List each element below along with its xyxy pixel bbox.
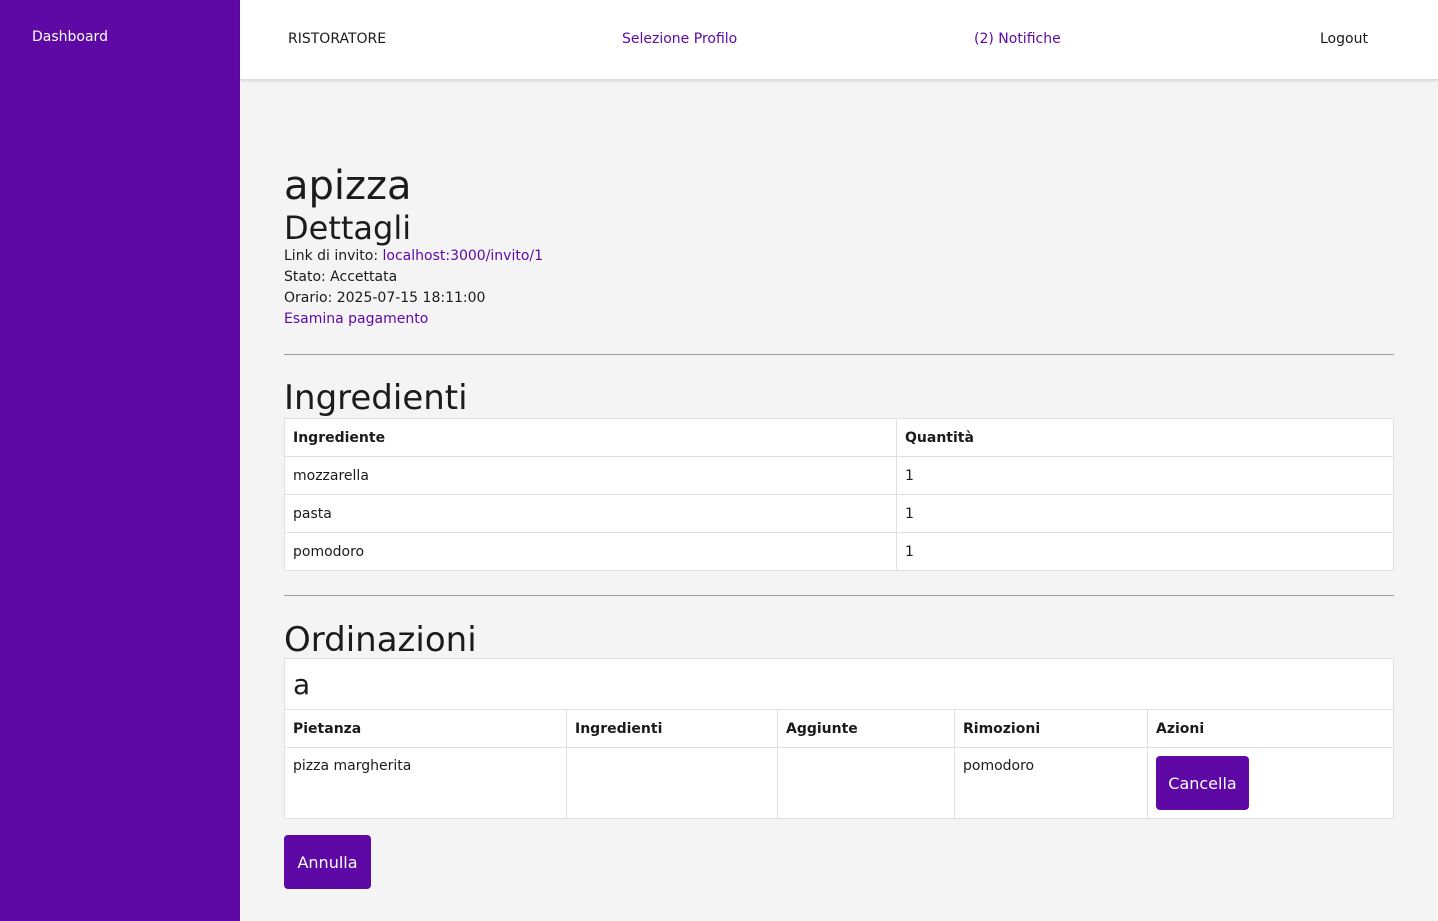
invite-link[interactable]: localhost:3000/invito/1 [383,248,544,264]
status-text: Stato: Accettata [284,269,398,285]
table-header-row: Pietanza Ingredienti Aggiunte Rimozioni … [284,709,1394,748]
profile-selection-link[interactable]: Selezione Profilo [622,31,737,47]
page-title: apizza [284,163,412,209]
table-row: mozzarella 1 [284,456,1394,495]
order-ingredients [566,747,778,819]
invite-label: Link di invito: [284,248,383,264]
column-header: Aggiunte [777,709,955,748]
time-text: Orario: 2025-07-15 18:11:00 [284,290,486,306]
invite-line: Link di invito: localhost:3000/invito/1 [284,246,543,266]
app-brand: RISTORATORE [288,31,387,47]
ingredient-name: mozzarella [284,456,897,495]
ingredients-table: Ingrediente Quantità mozzarella 1 pasta … [284,418,1394,571]
ingredient-name: pasta [284,494,897,533]
details-heading: Dettagli [284,209,412,247]
column-header: Ingredienti [566,709,778,748]
column-header: Ingrediente [284,418,897,457]
ingredient-quantity: 1 [896,456,1394,495]
column-header: Pietanza [284,709,567,748]
column-header: Quantità [896,418,1394,457]
cancel-order-button[interactable]: Cancella [1156,756,1249,810]
column-header: Rimozioni [954,709,1148,748]
order-group-row: a [284,658,1394,710]
orders-table: a Pietanza Ingredienti Aggiunte Rimozion… [284,658,1394,819]
order-group-name: a [284,658,1394,710]
sidebar-item-dashboard[interactable]: Dashboard [32,29,108,45]
table-row: pomodoro 1 [284,532,1394,571]
examine-payment-link[interactable]: Esamina pagamento [284,311,428,327]
column-header: Azioni [1147,709,1394,748]
ingredient-name: pomodoro [284,532,897,571]
table-row: pizza margherita pomodoro Cancella [284,747,1394,819]
divider [284,354,1394,355]
top-navbar: RISTORATORE Selezione Profilo (2) Notifi… [240,0,1438,80]
order-removals: pomodoro [954,747,1148,819]
table-row: pasta 1 [284,494,1394,533]
notifications-link[interactable]: (2) Notifiche [974,31,1061,47]
sidebar: Dashboard [0,0,240,921]
orders-heading: Ordinazioni [284,620,477,660]
ingredient-quantity: 1 [896,532,1394,571]
table-header-row: Ingrediente Quantità [284,418,1394,457]
order-actions: Cancella [1147,747,1394,819]
ingredients-heading: Ingredienti [284,378,468,418]
order-dish: pizza margherita [284,747,567,819]
ingredient-quantity: 1 [896,494,1394,533]
logout-link[interactable]: Logout [1320,31,1368,47]
annulla-button[interactable]: Annulla [284,835,371,889]
divider [284,595,1394,596]
order-additions [777,747,955,819]
